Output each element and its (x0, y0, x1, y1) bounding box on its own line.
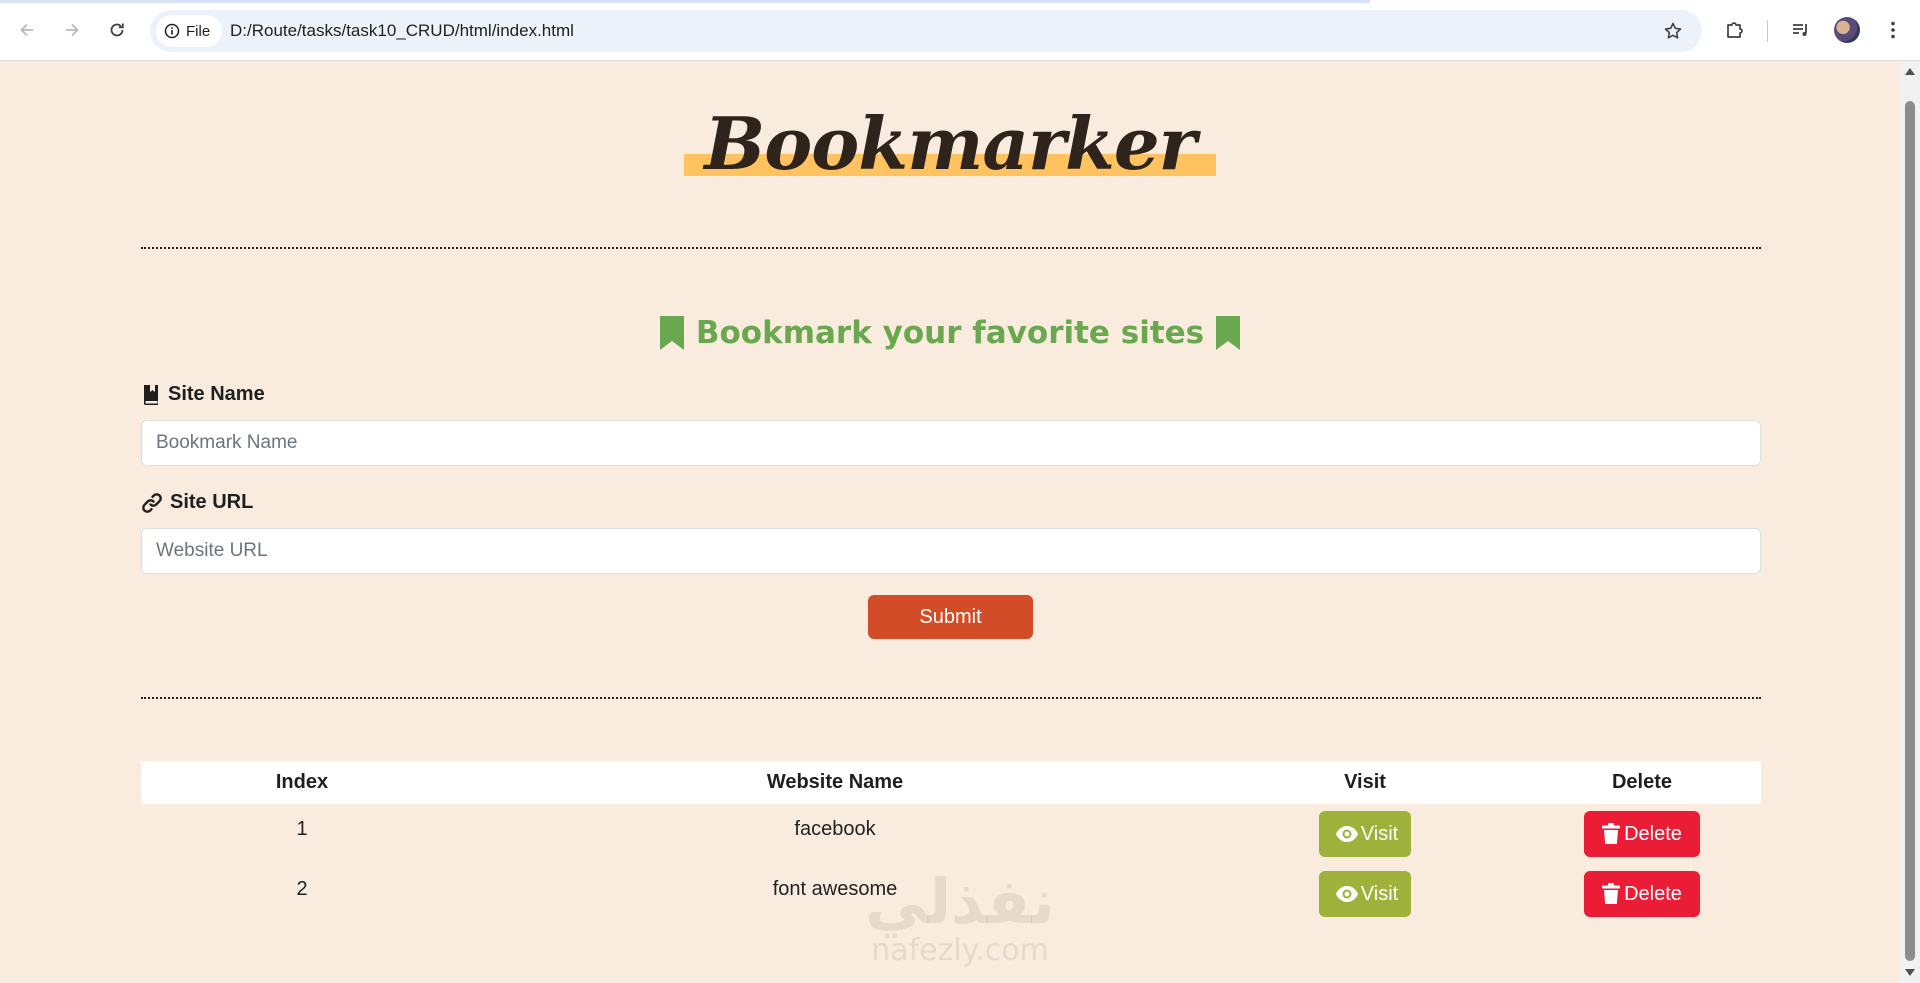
top-divider (141, 247, 1761, 249)
watermark-latin: nafezly.com (871, 933, 1049, 968)
site-name-input[interactable] (141, 420, 1761, 466)
back-button[interactable] (10, 13, 44, 47)
delete-button[interactable]: Delete (1584, 811, 1700, 857)
eye-icon (1335, 826, 1358, 842)
row-index: 2 (296, 877, 308, 900)
logo-text: Bookmarker (704, 101, 1196, 186)
puzzle-icon (1727, 22, 1743, 38)
site-url-input[interactable] (141, 528, 1761, 574)
bottom-divider (141, 697, 1761, 699)
tagline-text: Bookmark your favorite sites (695, 315, 1205, 351)
loading-bar (0, 0, 1370, 3)
url-text[interactable]: D:/Route/tasks/task10_CRUD/html/index.ht… (230, 10, 574, 52)
scroll-down-arrow[interactable] (1905, 969, 1915, 976)
page-content: Bookmarker Bookmark your favorite sites … (0, 61, 1900, 983)
bookmark-icon (659, 316, 684, 350)
reload-icon (110, 23, 124, 37)
table-row: 2 font awesome Visit Delete (141, 864, 1761, 924)
row-website-name: facebook (794, 817, 876, 840)
row-index: 1 (296, 817, 308, 840)
profile-avatar[interactable] (1834, 17, 1860, 43)
browser-menu-button[interactable] (1876, 13, 1910, 47)
submit-button[interactable]: Submit (868, 595, 1033, 639)
page-scrollbar[interactable] (1900, 61, 1920, 983)
kebab-menu-icon (1891, 21, 1895, 39)
visit-cell: Visit (1207, 811, 1523, 857)
bookmarks-table: Index Website Name Visit Delete 1 facebo… (141, 761, 1761, 924)
header-visit: Visit (1344, 771, 1386, 793)
delete-button-label: Delete (1624, 882, 1682, 905)
browser-toolbar: File D:/Route/tasks/task10_CRUD/html/ind… (0, 0, 1920, 61)
book-bookmark-icon (144, 384, 158, 405)
bookmark-star-button[interactable] (1656, 14, 1690, 48)
row-website-name: font awesome (772, 877, 898, 900)
visit-button[interactable]: Visit (1318, 811, 1412, 857)
delete-cell: Delete (1523, 871, 1761, 917)
header-website-name: Website Name (766, 771, 904, 793)
reload-button[interactable] (100, 13, 134, 47)
eye-icon (1335, 886, 1358, 902)
scroll-up-arrow[interactable] (1905, 68, 1915, 75)
delete-button[interactable]: Delete (1584, 871, 1700, 917)
info-icon (164, 23, 180, 39)
site-url-label-text: Site URL (170, 491, 254, 513)
logo: Bookmarker (684, 101, 1216, 186)
table-row: 1 facebook Visit Delete (141, 804, 1761, 864)
media-queue-icon (1793, 24, 1807, 36)
bookmark-icon (1216, 316, 1241, 350)
media-queue-button[interactable] (1784, 13, 1818, 47)
trash-icon (1602, 823, 1621, 844)
site-chip-label: File (186, 22, 211, 40)
visit-button-label: Visit (1360, 822, 1399, 845)
delete-button-label: Delete (1624, 822, 1682, 845)
arrow-left-icon (20, 23, 33, 37)
scroll-thumb[interactable] (1905, 101, 1915, 961)
visit-button[interactable]: Visit (1318, 871, 1412, 917)
site-name-label-text: Site Name (168, 383, 265, 405)
header-index: Index (275, 771, 329, 793)
tagline: Bookmark your favorite sites (0, 314, 1900, 352)
logo-container: Bookmarker (0, 101, 1900, 186)
extensions-button[interactable] (1718, 13, 1752, 47)
table-header: Index Website Name Visit Delete (141, 761, 1761, 804)
link-icon (142, 492, 162, 513)
address-bar[interactable]: File D:/Route/tasks/task10_CRUD/html/ind… (150, 10, 1702, 52)
forward-button[interactable] (55, 13, 89, 47)
delete-cell: Delete (1523, 811, 1761, 857)
trash-icon (1602, 883, 1621, 904)
visit-button-label: Visit (1360, 882, 1399, 905)
site-info-chip[interactable]: File (156, 15, 223, 47)
site-name-label: Site Name (141, 383, 265, 406)
toolbar-separator (1767, 20, 1768, 42)
visit-cell: Visit (1207, 871, 1523, 917)
site-url-label: Site URL (141, 491, 253, 514)
star-icon (1664, 22, 1682, 39)
header-delete: Delete (1611, 771, 1673, 793)
arrow-right-icon (66, 23, 79, 37)
